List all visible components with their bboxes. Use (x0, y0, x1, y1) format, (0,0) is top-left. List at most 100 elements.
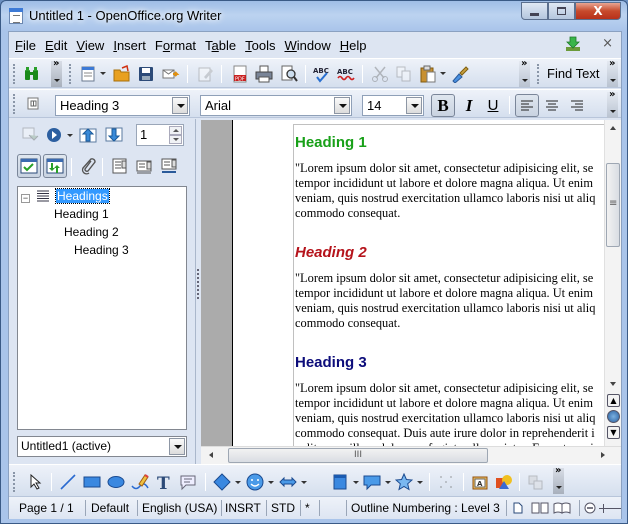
title-bar[interactable]: Untitled 1 - OpenOffice.org Writer X (1, 1, 627, 31)
paste-icon[interactable] (419, 65, 437, 83)
previous-heading-icon[interactable] (79, 126, 97, 144)
paragraph-3[interactable]: "Lorem ipsum dolor sit amet, consectetur… (295, 381, 605, 446)
maximize-button[interactable] (548, 2, 575, 20)
navigation-icon[interactable] (45, 126, 63, 144)
toolbar-grip[interactable] (13, 94, 16, 114)
ellipse-tool-icon[interactable] (107, 473, 125, 491)
font-size-select[interactable]: 14 (362, 95, 424, 116)
horizontal-scroll-thumb[interactable]: III (228, 448, 488, 463)
selection-mode-indicator[interactable]: STD (271, 501, 295, 517)
tree-collapse-toggle[interactable]: − (21, 189, 30, 205)
single-page-view-icon[interactable] (513, 502, 523, 514)
close-window-button[interactable]: X (575, 2, 621, 20)
from-file-icon[interactable] (495, 473, 513, 491)
next-heading-icon[interactable] (105, 126, 123, 144)
navigation-button[interactable] (607, 410, 620, 423)
page-preview-icon[interactable] (280, 65, 298, 83)
find-replace-icon[interactable] (23, 65, 41, 83)
toolbar-overflow-button[interactable] (519, 58, 530, 87)
stars-dropdown-arrow[interactable] (417, 481, 423, 484)
minimize-button[interactable] (521, 2, 548, 20)
new-dropdown-arrow[interactable] (100, 72, 106, 75)
spellcheck-icon[interactable]: ABC (313, 65, 331, 83)
email-document-icon[interactable] (162, 65, 180, 83)
italic-button[interactable]: I (457, 94, 481, 117)
callout-tool-icon[interactable] (179, 473, 197, 491)
tree-item-heading-1[interactable]: Heading 1 (54, 206, 109, 222)
menu-insert[interactable]: Insert (113, 38, 146, 53)
toolbar-grip[interactable] (13, 472, 16, 492)
document-modified-indicator[interactable]: * (305, 501, 310, 517)
drawing-overflow-button[interactable] (553, 465, 564, 494)
flowchart-dropdown-arrow[interactable] (353, 481, 359, 484)
scroll-right-arrow[interactable] (601, 452, 605, 458)
clone-formatting-icon[interactable] (451, 65, 469, 83)
heading-2[interactable]: Heading 2 (295, 245, 367, 260)
document-page[interactable]: Heading 1 "Lorem ipsum dolor sit amet, c… (232, 120, 613, 454)
multi-page-view-icon[interactable] (531, 502, 549, 514)
menu-file[interactable]: File (15, 38, 36, 53)
select-pointer-icon[interactable] (27, 473, 45, 491)
page-indicator[interactable]: Page 1 / 1 (19, 501, 74, 517)
vertical-scrollbar[interactable]: ▲ ▼ (604, 120, 621, 446)
align-center-button[interactable] (540, 94, 564, 117)
menu-window[interactable]: Window (285, 38, 331, 53)
block-arrows-icon[interactable] (279, 473, 297, 491)
flowchart-icon[interactable] (331, 473, 349, 491)
formatting-overflow-button[interactable] (607, 89, 618, 118)
styles-formatting-icon[interactable] (25, 95, 43, 113)
basic-shapes-dropdown-arrow[interactable] (235, 481, 241, 484)
callouts-dropdown-arrow[interactable] (385, 481, 391, 484)
paragraph-style-select[interactable]: Heading 3 (55, 95, 190, 116)
align-left-button[interactable] (515, 94, 539, 117)
line-tool-icon[interactable] (59, 473, 77, 491)
toolbar-grip[interactable] (537, 64, 540, 84)
vertical-scroll-thumb[interactable] (606, 163, 620, 247)
basic-shapes-icon[interactable] (213, 473, 231, 491)
block-arrows-dropdown-arrow[interactable] (301, 481, 307, 484)
menu-format[interactable]: Format (155, 38, 196, 53)
navigation-toggle-icon[interactable] (21, 126, 39, 144)
font-name-dropdown-button[interactable] (334, 97, 350, 114)
content-view-toggle-button[interactable] (17, 154, 41, 178)
heading-1[interactable]: Heading 1 (295, 135, 367, 150)
autospellcheck-icon[interactable]: ABC (337, 65, 355, 83)
navigator-tree[interactable]: − Headings Heading 1 Heading 2 Heading 3 (17, 186, 187, 430)
close-document-button[interactable]: × (602, 36, 613, 51)
underline-button[interactable]: U (481, 94, 505, 117)
tree-item-heading-2[interactable]: Heading 2 (64, 224, 119, 240)
scroll-up-arrow[interactable] (610, 126, 616, 130)
symbol-shapes-icon[interactable] (246, 473, 264, 491)
paragraph-1[interactable]: "Lorem ipsum dolor sit amet, consectetur… (295, 161, 605, 221)
update-available-icon[interactable] (565, 36, 581, 52)
symbol-shapes-dropdown-arrow[interactable] (268, 481, 274, 484)
toolbar-grip[interactable] (13, 64, 16, 84)
bold-button[interactable]: B (431, 94, 455, 117)
text-tool-icon[interactable]: T (155, 473, 173, 491)
menu-help[interactable]: Help (340, 38, 367, 53)
next-page-button[interactable]: ▼ (607, 426, 620, 439)
navigation-dropdown-arrow[interactable] (67, 134, 73, 137)
promote-chapter-icon[interactable] (136, 157, 154, 175)
export-pdf-icon[interactable]: PDF (231, 65, 249, 83)
extrusion-icon[interactable] (527, 473, 545, 491)
menu-tools[interactable]: Tools (245, 38, 275, 53)
previous-page-button[interactable]: ▲ (607, 394, 620, 407)
insert-mode-indicator[interactable]: INSRT (225, 501, 261, 517)
heading-3[interactable]: Heading 3 (295, 355, 367, 370)
demote-chapter-icon[interactable] (161, 157, 179, 175)
menu-view[interactable]: View (76, 38, 104, 53)
edit-file-icon[interactable] (196, 65, 214, 83)
menu-edit[interactable]: Edit (45, 38, 67, 53)
print-icon[interactable] (255, 65, 273, 83)
document-select[interactable]: Untitled1 (active) (17, 436, 187, 457)
points-icon[interactable] (437, 473, 455, 491)
callouts-icon[interactable] (363, 473, 381, 491)
stars-icon[interactable] (395, 473, 413, 491)
find-toolbar-overflow-button[interactable] (607, 58, 618, 87)
drag-mode-toggle-button[interactable] (43, 154, 67, 178)
scroll-down-arrow[interactable] (610, 382, 616, 386)
copy-icon[interactable] (395, 65, 413, 83)
freeform-line-icon[interactable] (131, 473, 149, 491)
align-right-button[interactable] (565, 94, 589, 117)
